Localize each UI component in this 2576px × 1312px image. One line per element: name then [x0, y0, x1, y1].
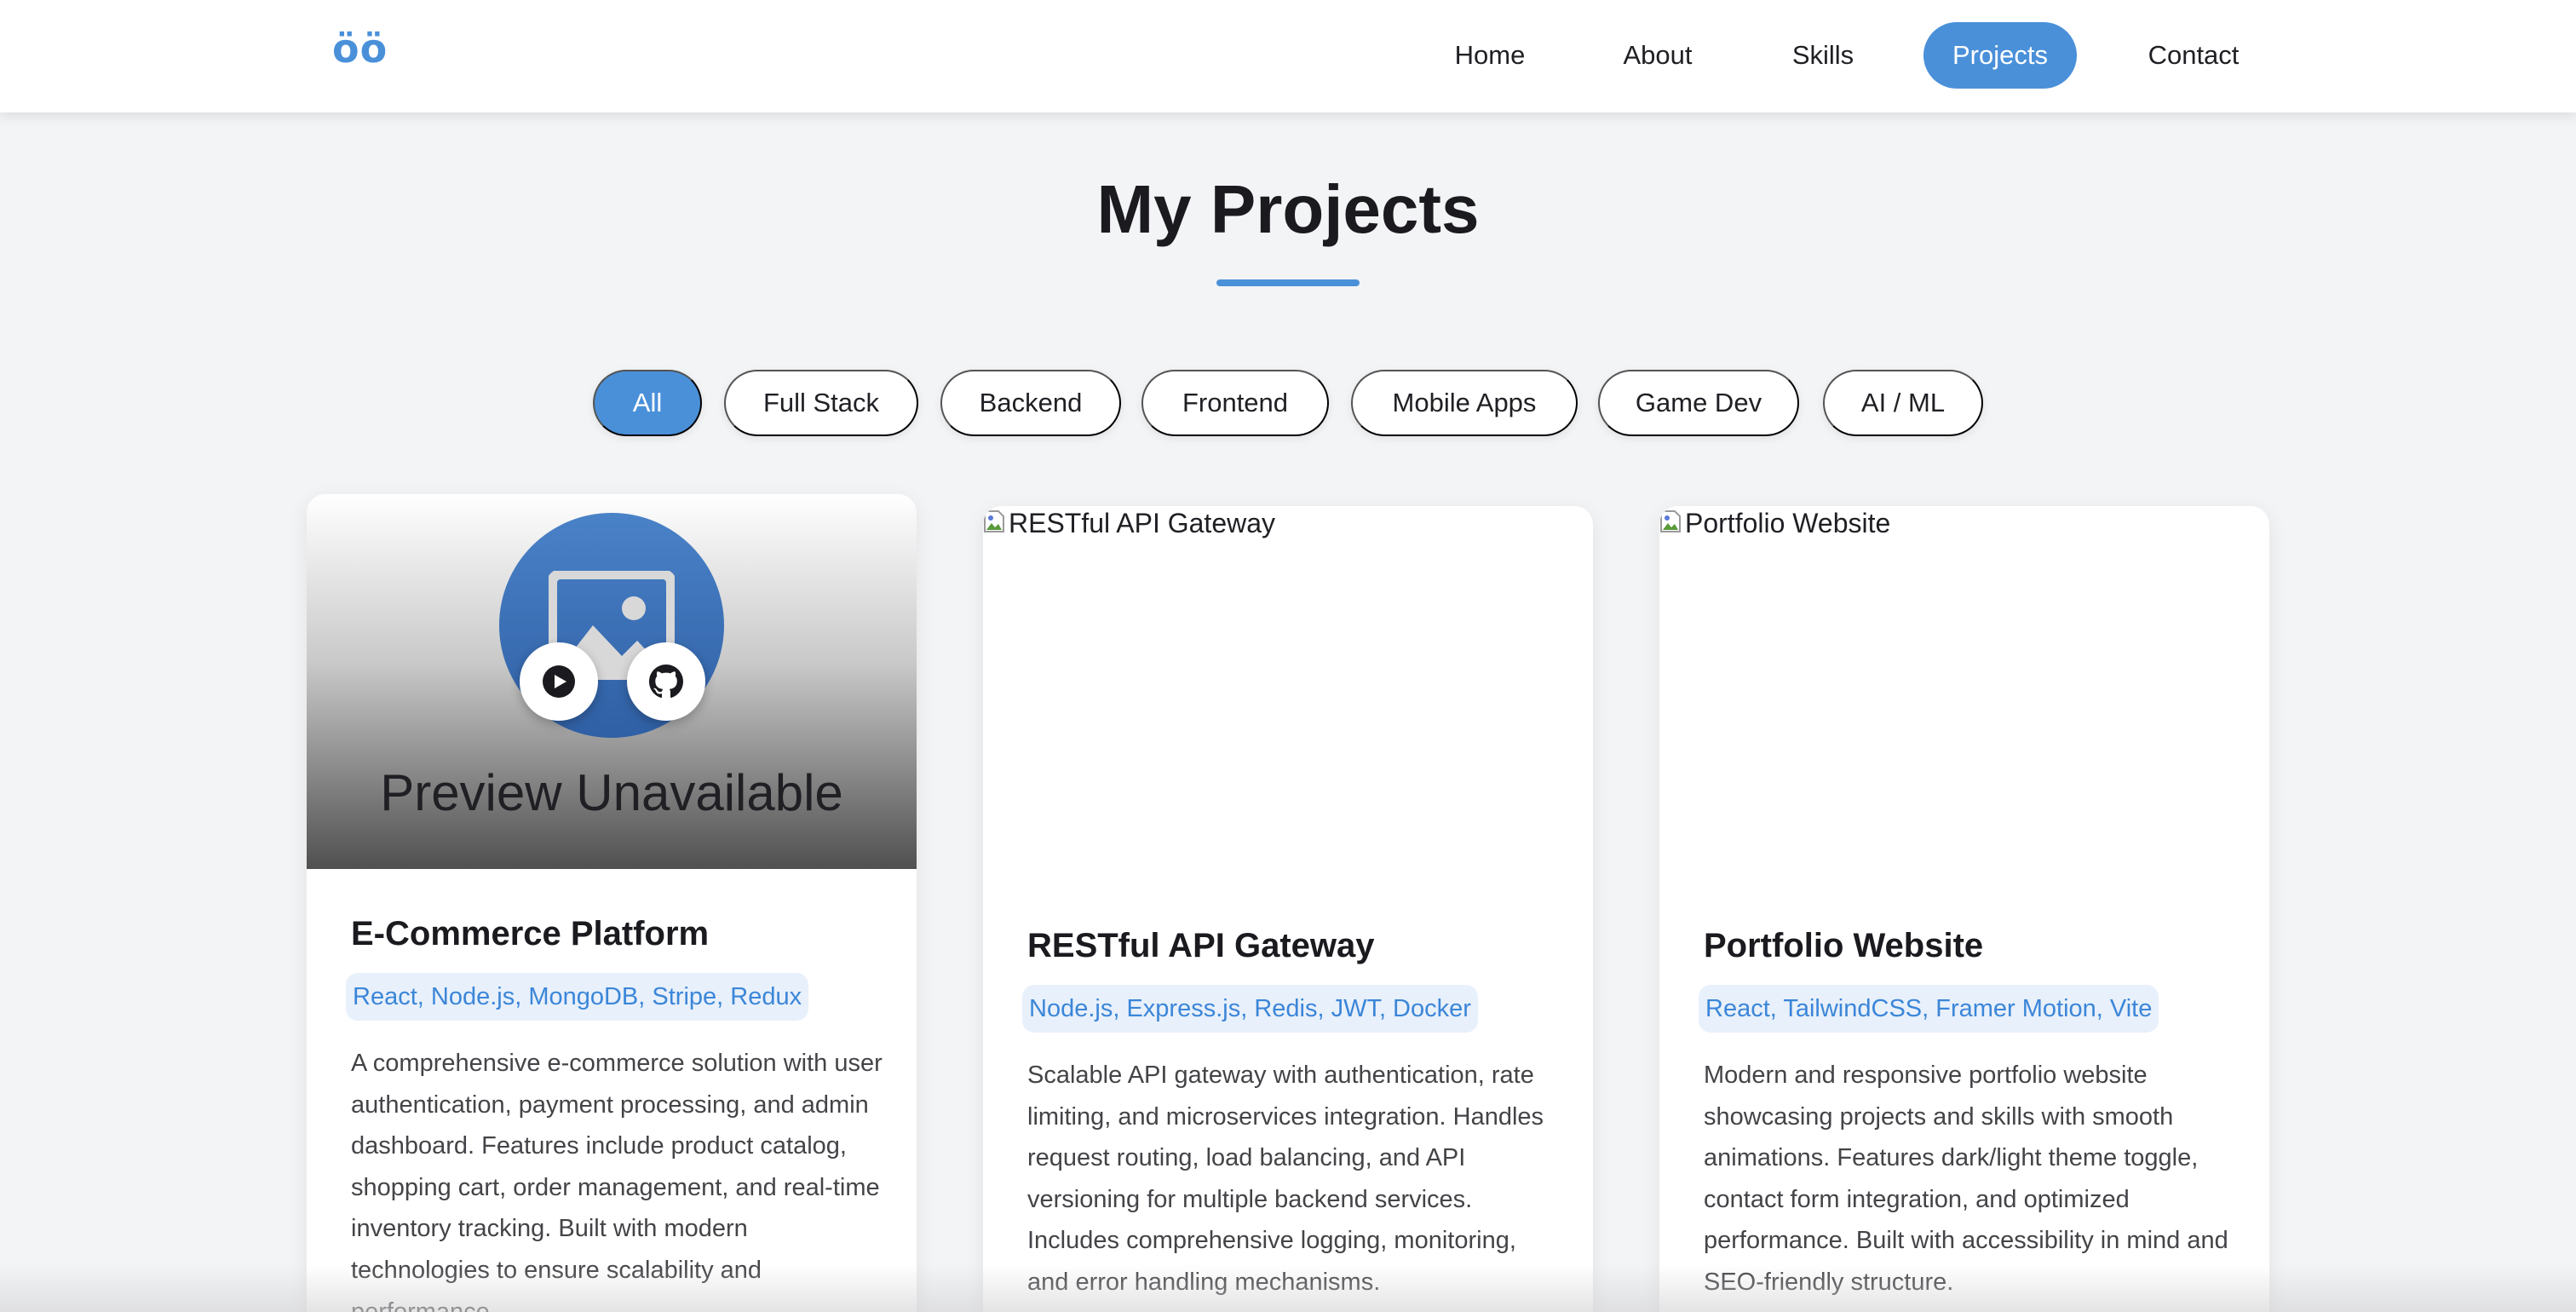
github-icon	[649, 665, 683, 699]
image-alt-text: RESTful API Gateway	[1009, 508, 1276, 538]
github-button[interactable]	[627, 642, 705, 721]
broken-image-icon	[1660, 510, 1681, 532]
live-demo-button[interactable]	[520, 642, 598, 721]
project-title: E-Commerce Platform	[351, 915, 710, 952]
project-card[interactable]: RESTful API Gateway RESTful API Gateway …	[983, 506, 1593, 1312]
navbar: öö Home About Skills Projects Contact	[0, 0, 2576, 112]
filter-all[interactable]: All	[593, 370, 702, 436]
project-image: Portfolio Website	[1659, 506, 2269, 881]
filter-full-stack[interactable]: Full Stack	[724, 370, 918, 436]
project-title: RESTful API Gateway	[1027, 927, 1375, 964]
title-underline	[1216, 279, 1360, 286]
nav-contact[interactable]: Contact	[2133, 22, 2254, 89]
nav-about[interactable]: About	[1601, 22, 1714, 89]
tech-stack-tag: React, Node.js, MongoDB, Stripe, Redux	[346, 973, 809, 1021]
play-icon	[543, 665, 575, 698]
project-card[interactable]: Portfolio Website Portfolio Website Reac…	[1659, 506, 2269, 1312]
filter-frontend[interactable]: Frontend	[1141, 370, 1329, 436]
logo[interactable]: öö	[332, 26, 388, 72]
tech-stack-tag: Node.js, Express.js, Redis, JWT, Docker	[1022, 985, 1478, 1033]
nav-projects[interactable]: Projects	[1923, 22, 2077, 89]
filter-backend[interactable]: Backend	[940, 370, 1121, 436]
nav-home[interactable]: Home	[1436, 22, 1544, 89]
project-card[interactable]: Preview Unavailable E-Commerce Platform …	[307, 494, 917, 1312]
filter-game-dev[interactable]: Game Dev	[1598, 370, 1799, 436]
nav-skills[interactable]: Skills	[1772, 22, 1874, 89]
tech-stack-tag: React, TailwindCSS, Framer Motion, Vite	[1699, 985, 2159, 1033]
bottom-fade	[0, 1264, 2576, 1312]
filter-ai-ml[interactable]: AI / ML	[1823, 370, 1983, 436]
page-title: My Projects	[1096, 171, 1480, 247]
broken-image-icon	[984, 510, 1004, 532]
filter-mobile-apps[interactable]: Mobile Apps	[1351, 370, 1578, 436]
project-preview: Preview Unavailable	[307, 494, 917, 869]
project-title: Portfolio Website	[1704, 927, 1984, 964]
project-image: RESTful API Gateway	[983, 506, 1593, 881]
image-alt-text: Portfolio Website	[1685, 508, 1891, 538]
preview-unavailable-text: Preview Unavailable	[380, 764, 843, 821]
